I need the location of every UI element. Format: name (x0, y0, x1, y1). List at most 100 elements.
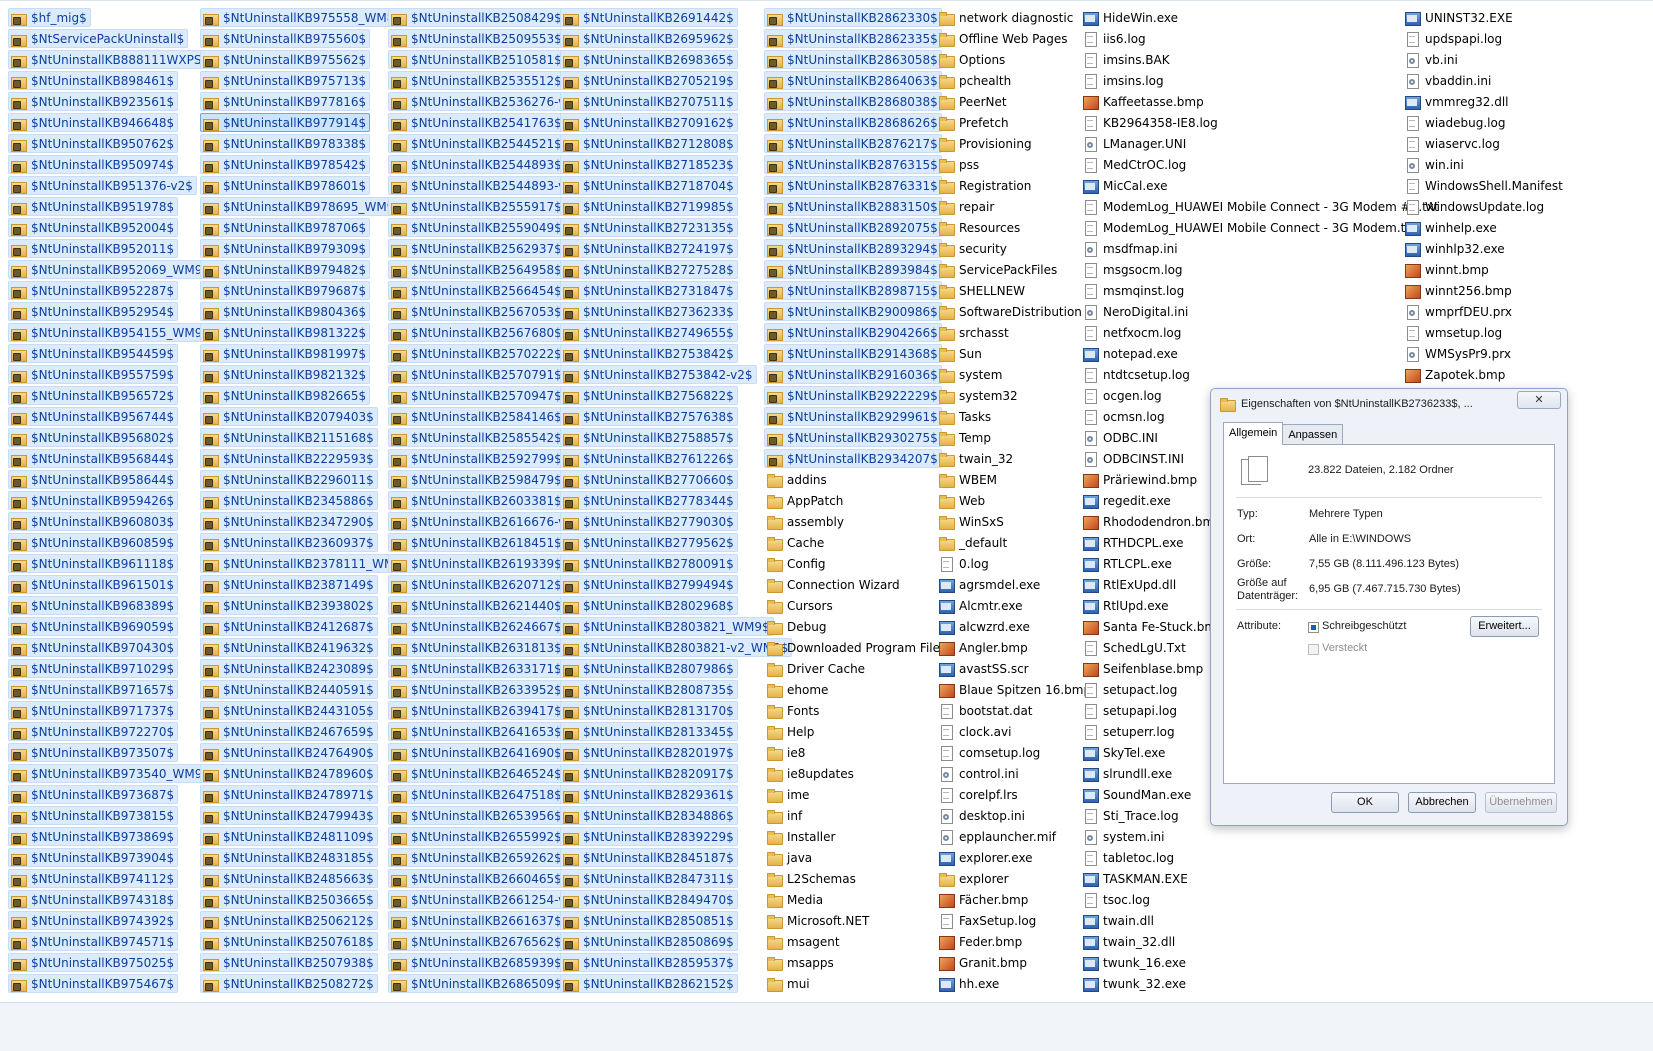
file-item[interactable]: srchasst (936, 323, 1013, 342)
file-item[interactable]: assembly (764, 512, 848, 531)
file-item[interactable]: $NtUninstallKB973869$ (8, 827, 179, 846)
file-item[interactable]: $NtUninstallKB2483185$ (200, 848, 378, 867)
file-item[interactable]: $NtUninstallKB2900986$ (764, 302, 942, 321)
file-item[interactable]: $NtUninstallKB974392$ (8, 911, 179, 930)
file-item[interactable]: $NtUninstallKB2639417$ (388, 701, 566, 720)
file-item[interactable]: $NtUninstallKB2544521$ (388, 134, 566, 153)
file-item[interactable]: MedCtrOC.log (1080, 155, 1190, 174)
file-item[interactable]: Fonts (764, 701, 823, 720)
file-item[interactable]: $NtUninstallKB978601$ (200, 176, 371, 195)
file-item[interactable]: $NtUninstallKB2718704$ (560, 176, 738, 195)
file-item[interactable]: system (936, 365, 1006, 384)
file-item[interactable]: twain.dll (1080, 911, 1158, 930)
file-item[interactable]: $NtUninstallKB2893984$ (764, 260, 942, 279)
file-item[interactable]: tsoc.log (1080, 890, 1154, 909)
file-item[interactable]: $NtUninstallKB952004$ (8, 218, 179, 237)
file-item[interactable]: $NtUninstallKB2507938$ (200, 953, 378, 972)
file-item[interactable]: setuperr.log (1080, 722, 1179, 741)
file-item[interactable]: $NtUninstallKB2898715$ (764, 281, 942, 300)
file-item[interactable]: $NtUninstallKB2868038$ (764, 92, 942, 111)
file-item[interactable]: ie8 (764, 743, 809, 762)
file-item[interactable]: clock.avi (936, 722, 1015, 741)
file-item[interactable]: $NtUninstallKB978695_WM9$ (200, 197, 407, 216)
file-item[interactable]: $NtUninstallKB961118$ (8, 554, 179, 573)
file-item[interactable]: notepad.exe (1080, 344, 1182, 363)
file-item[interactable]: $NtUninstallKB2661254-v2$ (388, 890, 585, 909)
file-item[interactable]: $NtUninstallKB2562937$ (388, 239, 566, 258)
file-item[interactable]: $NtUninstallKB2829361$ (560, 785, 738, 804)
file-item[interactable]: $NtUninstallKB980436$ (200, 302, 371, 321)
file-item[interactable]: hh.exe (936, 974, 1003, 993)
file-item[interactable]: $NtUninstallKB2544893-v2$ (388, 176, 585, 195)
file-item[interactable]: $NtUninstallKB2655992$ (388, 827, 566, 846)
file-item[interactable]: $NtUninstallKB2712808$ (560, 134, 738, 153)
file-item[interactable]: $NtUninstallKB2535512$ (388, 71, 566, 90)
file-item[interactable]: ODBCINST.INI (1080, 449, 1188, 468)
file-item[interactable]: Media (764, 890, 827, 909)
file-item[interactable]: AppPatch (764, 491, 847, 510)
file-item[interactable]: $NtUninstallKB2698365$ (560, 50, 738, 69)
file-item[interactable]: avastSS.scr (936, 659, 1033, 678)
file-item[interactable]: HideWin.exe (1080, 8, 1182, 27)
file-item[interactable]: Kaffeetasse.bmp (1080, 92, 1208, 111)
file-item[interactable]: $NtUninstallKB973540_WM9$ (8, 764, 215, 783)
file-item[interactable]: Config (764, 554, 830, 573)
file-item[interactable]: $NtUninstallKB2780091$ (560, 554, 738, 573)
file-item[interactable]: wiadebug.log (1402, 113, 1509, 132)
file-item[interactable]: twain_32 (936, 449, 1017, 468)
file-item[interactable]: $NtUninstallKB2393802$ (200, 596, 378, 615)
file-item[interactable]: $NtUninstallKB2631813$ (388, 638, 566, 657)
file-item[interactable]: $NtUninstallKB2691442$ (560, 8, 738, 27)
file-item[interactable]: $NtUninstallKB2646524$ (388, 764, 566, 783)
file-item[interactable]: winnt256.bmp (1402, 281, 1516, 300)
file-item[interactable]: $NtUninstallKB2892075$ (764, 218, 942, 237)
file-item[interactable]: agrsmdel.exe (936, 575, 1044, 594)
file-item[interactable]: $NtUninstallKB973507$ (8, 743, 179, 762)
file-item[interactable]: $NtUninstallKB952011$ (8, 239, 179, 258)
file-item[interactable]: $NtUninstallKB2756822$ (560, 386, 738, 405)
file-item[interactable]: $NtUninstallKB974318$ (8, 890, 179, 909)
file-item[interactable]: twunk_32.exe (1080, 974, 1190, 993)
file-item[interactable]: L2Schemas (764, 869, 860, 888)
file-item[interactable]: $NtUninstallKB2727528$ (560, 260, 738, 279)
file-item[interactable]: $NtUninstallKB2864063$ (764, 71, 942, 90)
file-item[interactable]: $NtUninstallKB2807986$ (560, 659, 738, 678)
file-item[interactable]: $NtUninstallKB2862152$ (560, 974, 738, 993)
file-item[interactable]: Santa Fe-Stuck.bmp (1080, 617, 1228, 636)
file-item[interactable]: Cache (764, 533, 828, 552)
file-item[interactable]: $NtUninstallKB2412687$ (200, 617, 378, 636)
file-item[interactable]: $NtUninstallKB2883150$ (764, 197, 942, 216)
file-item[interactable]: $NtUninstallKB2839229$ (560, 827, 738, 846)
file-item[interactable]: Blaue Spitzen 16.bmp (936, 680, 1095, 699)
file-item[interactable]: $NtUninstallKB2916036$ (764, 365, 942, 384)
file-item[interactable]: $NtUninstallKB954459$ (8, 344, 179, 363)
file-item[interactable]: $NtUninstallKB2647518$ (388, 785, 566, 804)
file-item[interactable]: $NtUninstallKB2859537$ (560, 953, 738, 972)
file-item[interactable]: $NtUninstallKB2347290$ (200, 512, 378, 531)
file-item[interactable]: $NtUninstallKB979309$ (200, 239, 371, 258)
file-item[interactable]: PeerNet (936, 92, 1011, 111)
file-item[interactable]: epplauncher.mif (936, 827, 1060, 846)
file-item[interactable]: $NtUninstallKB971737$ (8, 701, 179, 720)
file-item[interactable]: $NtUninstallKB954155_WM9$ (8, 323, 215, 342)
file-item[interactable]: $NtUninstallKB2641690$ (388, 743, 566, 762)
file-item[interactable]: $NtUninstallKB2749655$ (560, 323, 738, 342)
file-item[interactable]: $NtUninstallKB2544893$ (388, 155, 566, 174)
file-item[interactable]: $NtUninstallKB2930275$ (764, 428, 942, 447)
file-item[interactable]: $NtUninstallKB2566454$ (388, 281, 566, 300)
file-item[interactable]: $NtUninstallKB946648$ (8, 113, 179, 132)
file-item[interactable]: $NtUninstallKB2603381$ (388, 491, 566, 510)
file-item[interactable]: $NtUninstallKB958644$ (8, 470, 179, 489)
file-item[interactable]: ModemLog_HUAWEI Mobile Connect - 3G Mode… (1080, 218, 1421, 237)
file-item[interactable]: $NtUninstallKB2863058$ (764, 50, 942, 69)
file-item[interactable]: $NtUninstallKB2570222$ (388, 344, 566, 363)
file-item[interactable]: Options (936, 50, 1009, 69)
file-item[interactable]: $NtUninstallKB2820917$ (560, 764, 738, 783)
file-item[interactable]: $NtUninstallKB2914368$ (764, 344, 942, 363)
file-item[interactable]: $NtUninstallKB979687$ (200, 281, 371, 300)
file-item[interactable]: $NtUninstallKB2479943$ (200, 806, 378, 825)
file-item[interactable]: $NtUninstallKB888111WXPSP2$ (8, 50, 228, 69)
file-item[interactable]: $NtUninstallKB973815$ (8, 806, 179, 825)
file-item[interactable]: network diagnostic (936, 8, 1077, 27)
file-item[interactable]: inf (764, 806, 806, 825)
